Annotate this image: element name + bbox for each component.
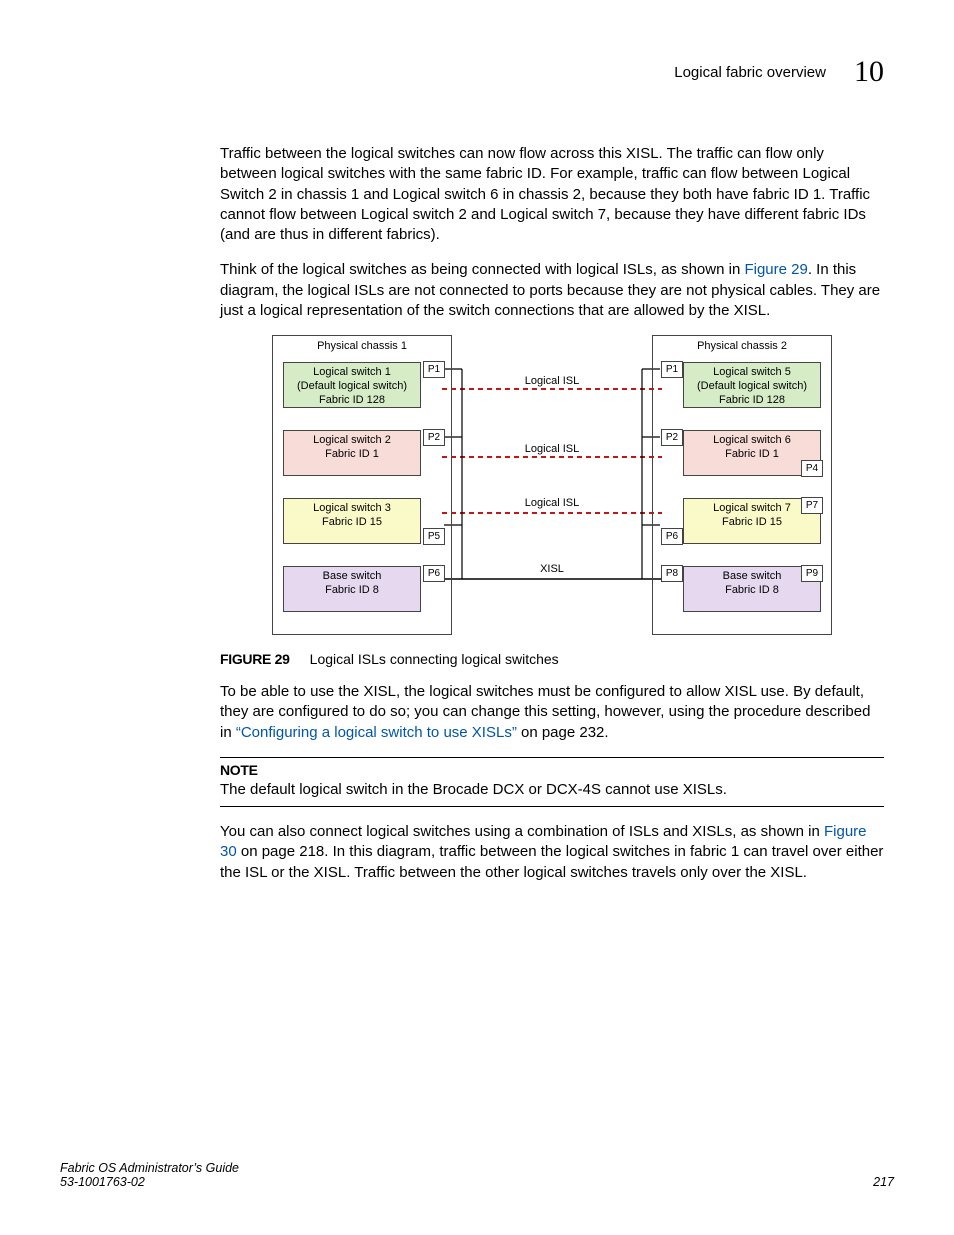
port-p1-left: P1 xyxy=(423,361,445,378)
paragraph-3: To be able to use the XISL, the logical … xyxy=(220,682,884,743)
port-p7: P7 xyxy=(801,497,823,514)
page-number: 217 xyxy=(873,1175,894,1189)
p4-a: You can also connect logical switches us… xyxy=(220,823,824,840)
logical-switch-2: Logical switch 2 Fabric ID 1 xyxy=(283,430,421,476)
note-text: The default logical switch in the Brocad… xyxy=(220,781,727,798)
logical-switch-1: Logical switch 1 (Default logical switch… xyxy=(283,362,421,408)
link-figure-29[interactable]: Figure 29 xyxy=(744,261,807,278)
p3-b: on page 232. xyxy=(517,724,609,741)
ls1-l1: Logical switch 1 xyxy=(284,366,420,380)
port-p9: P9 xyxy=(801,565,823,582)
port-p2-left: P2 xyxy=(423,429,445,446)
ls6-l1: Logical switch 6 xyxy=(684,434,820,448)
doc-title: Fabric OS Administrator’s Guide xyxy=(60,1161,239,1175)
ls4-l3: Fabric ID 8 xyxy=(284,584,420,598)
content: Traffic between the logical switches can… xyxy=(220,144,884,883)
figure-label: FIGURE 29 xyxy=(220,651,290,667)
ls1-l3: Fabric ID 128 xyxy=(284,394,420,408)
chassis-2: Physical chassis 2 Logical switch 5 (Def… xyxy=(652,335,832,635)
port-p4: P4 xyxy=(801,460,823,477)
port-p2-right: P2 xyxy=(661,429,683,446)
ls5-l3: Fabric ID 128 xyxy=(684,394,820,408)
note-block: NOTE The default logical switch in the B… xyxy=(220,757,884,807)
chassis-1: Physical chassis 1 Logical switch 1 (Def… xyxy=(272,335,452,635)
footer-left: Fabric OS Administrator’s Guide 53-10017… xyxy=(60,1161,239,1189)
ls2-l3: Fabric ID 1 xyxy=(284,448,420,462)
port-p1-right: P1 xyxy=(661,361,683,378)
ls8-l1: Base switch xyxy=(684,570,820,584)
ls3-l3: Fabric ID 15 xyxy=(284,516,420,530)
page-header: Logical fabric overview 10 xyxy=(60,55,884,89)
ls5-l1: Logical switch 5 xyxy=(684,366,820,380)
page-footer: Fabric OS Administrator’s Guide 53-10017… xyxy=(60,1161,894,1189)
ls6-l3: Fabric ID 1 xyxy=(684,448,820,462)
ls5-l2: (Default logical switch) xyxy=(684,380,820,394)
logical-switch-5: Logical switch 5 (Default logical switch… xyxy=(683,362,821,408)
paragraph-1: Traffic between the logical switches can… xyxy=(220,144,884,245)
figure-29-caption: FIGURE 29 Logical ISLs connecting logical… xyxy=(220,651,884,667)
base-switch-left: Base switch Fabric ID 8 xyxy=(283,566,421,612)
ls3-l1: Logical switch 3 xyxy=(284,502,420,516)
logical-switch-3: Logical switch 3 Fabric ID 15 xyxy=(283,498,421,544)
header-title: Logical fabric overview xyxy=(674,64,826,81)
figure-29-diagram: Logical ISL Logical ISL Logical ISL XISL… xyxy=(220,335,884,637)
chapter-number: 10 xyxy=(854,55,884,89)
page: Logical fabric overview 10 Traffic betwe… xyxy=(0,0,954,1235)
port-p5: P5 xyxy=(423,528,445,545)
ls2-l1: Logical switch 2 xyxy=(284,434,420,448)
paragraph-4: You can also connect logical switches us… xyxy=(220,822,884,883)
ls1-l2: (Default logical switch) xyxy=(284,380,420,394)
port-p6-right: P6 xyxy=(661,528,683,545)
ls7-l3: Fabric ID 15 xyxy=(684,516,820,530)
doc-number: 53-1001763-02 xyxy=(60,1175,239,1189)
link-configuring-xisl[interactable]: “Configuring a logical switch to use XIS… xyxy=(236,724,517,741)
diagram-canvas: Logical ISL Logical ISL Logical ISL XISL… xyxy=(272,335,832,637)
note-label: NOTE xyxy=(220,762,258,778)
paragraph-2: Think of the logical switches as being c… xyxy=(220,260,884,321)
chassis-1-title: Physical chassis 1 xyxy=(273,336,451,354)
p2-a: Think of the logical switches as being c… xyxy=(220,261,744,278)
chassis-2-title: Physical chassis 2 xyxy=(653,336,831,354)
port-p8: P8 xyxy=(661,565,683,582)
ls8-l3: Fabric ID 8 xyxy=(684,584,820,598)
figure-text: Logical ISLs connecting logical switches xyxy=(310,651,559,667)
p4-b: on page 218. In this diagram, traffic be… xyxy=(220,843,883,880)
port-p6-left: P6 xyxy=(423,565,445,582)
ls4-l1: Base switch xyxy=(284,570,420,584)
ls7-l1: Logical switch 7 xyxy=(684,502,820,516)
